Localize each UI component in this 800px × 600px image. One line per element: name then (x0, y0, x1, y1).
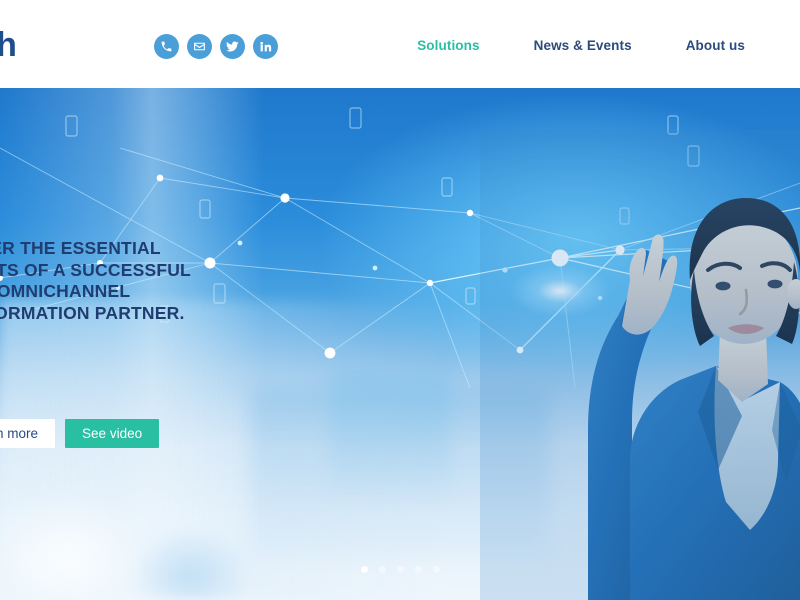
hero-headline: DISCOVER THE ESSENTIAL ELEMENTS OF A SUC… (0, 238, 191, 323)
learn-more-button[interactable]: Learn more (0, 419, 56, 448)
carousel-dot-3[interactable] (396, 566, 404, 573)
main-navigation: Solutions News & Events About us (390, 38, 772, 53)
phone-icon[interactable] (154, 34, 179, 59)
site-header: alth Solutions News & Events About us (0, 0, 800, 88)
carousel-dot-4[interactable] (414, 566, 422, 573)
site-logo[interactable]: alth (0, 26, 17, 64)
hero-copy: DISCOVER THE ESSENTIAL ELEMENTS OF A SUC… (0, 238, 342, 324)
twitter-icon[interactable] (220, 34, 245, 59)
carousel-dot-2[interactable] (378, 566, 386, 573)
hero-banner: DISCOVER THE ESSENTIAL ELEMENTS OF A SUC… (0, 88, 800, 600)
nav-link-news-events[interactable]: News & Events (507, 38, 659, 53)
carousel-dot-5[interactable] (432, 566, 440, 573)
linkedin-icon[interactable] (253, 34, 278, 59)
nav-link-solutions[interactable]: Solutions (390, 38, 506, 53)
office-panel-blur-two (330, 370, 450, 500)
hero-actions: Learn more See video (0, 419, 160, 448)
email-icon[interactable] (187, 34, 212, 59)
carousel-dot-1[interactable] (360, 566, 368, 573)
nav-link-about-us[interactable]: About us (659, 38, 772, 53)
social-links (154, 34, 278, 59)
carousel-dots (0, 566, 800, 573)
businesswoman-photo (480, 130, 800, 600)
see-video-button[interactable]: See video (65, 419, 160, 448)
